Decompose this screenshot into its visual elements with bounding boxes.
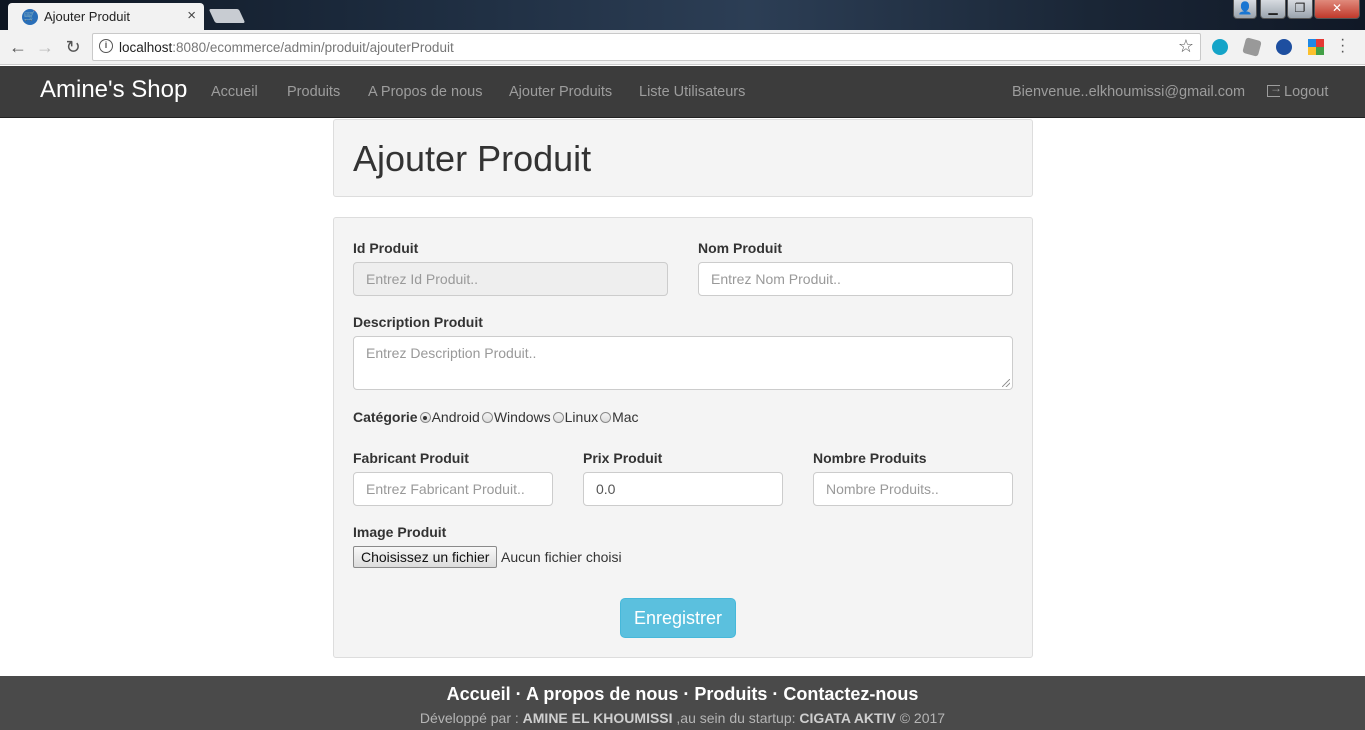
save-button[interactable]: Enregistrer: [620, 598, 736, 638]
prix-label: Prix Produit: [583, 450, 663, 466]
logout-icon: [1267, 81, 1282, 97]
add-product-form: Id Produit Entrez Id Produit.. Nom Produ…: [333, 217, 1033, 658]
nav-link-ajouter-produits[interactable]: Ajouter Produits: [509, 84, 612, 100]
nom-input[interactable]: Entrez Nom Produit..: [698, 262, 1013, 296]
tab-title: Ajouter Produit: [44, 9, 130, 24]
close-window-icon[interactable]: ✕: [1314, 0, 1360, 19]
site-footer: Accueil · A propos de nous · Produits · …: [0, 676, 1365, 730]
back-arrow-icon[interactable]: ←: [6, 35, 30, 59]
radio-windows-label: Windows: [493, 409, 551, 425]
extension-icon[interactable]: [1242, 37, 1262, 57]
nombre-input[interactable]: Nombre Produits..: [813, 472, 1013, 506]
browser-menu-icon[interactable]: · · ·: [1340, 32, 1345, 60]
categorie-label: Catégorie: [353, 409, 418, 425]
image-label: Image Produit: [353, 524, 447, 540]
maximize-window-icon[interactable]: ❐: [1287, 0, 1313, 19]
footer-link-accueil[interactable]: Accueil: [447, 684, 511, 704]
close-tab-icon[interactable]: ×: [187, 7, 196, 24]
radio-mac[interactable]: [600, 412, 612, 423]
brand-logo[interactable]: Amine's Shop: [40, 76, 187, 104]
footer-link-a-propos[interactable]: A propos de nous: [526, 684, 678, 704]
logout-link[interactable]: Logout: [1267, 81, 1328, 100]
extension-globe-icon[interactable]: [1276, 39, 1292, 55]
credit-startup: CIGATA AKTIV: [799, 710, 896, 726]
info-icon[interactable]: i: [99, 39, 113, 53]
browser-toolbar: ← → ↻ i localhost:8080/ecommerce/admin/p…: [0, 30, 1365, 65]
nom-label: Nom Produit: [698, 240, 782, 256]
footer-separator: ·: [767, 684, 784, 704]
fabricant-input[interactable]: Entrez Fabricant Produit..: [353, 472, 553, 506]
footer-links: Accueil · A propos de nous · Produits · …: [0, 684, 1365, 705]
cart-favicon-icon: 🛒: [22, 9, 38, 25]
radio-mac-label: Mac: [612, 409, 639, 425]
nombre-label: Nombre Produits: [813, 450, 927, 466]
radio-linux[interactable]: [552, 412, 564, 423]
page-header: Ajouter Produit: [333, 119, 1033, 197]
radio-android-label: Android: [431, 409, 480, 425]
resize-grip-icon[interactable]: [1002, 379, 1010, 387]
grammarly-extension-icon[interactable]: [1212, 39, 1228, 55]
footer-link-produits[interactable]: Produits: [694, 684, 767, 704]
browser-titlebar: 🛒 Ajouter Produit × 👤 ▁ ❐ ✕: [0, 0, 1365, 30]
radio-windows[interactable]: [481, 412, 493, 423]
reload-icon[interactable]: ↻: [61, 35, 85, 59]
nav-link-liste-utilisateurs[interactable]: Liste Utilisateurs: [639, 84, 745, 100]
radio-android[interactable]: [419, 412, 431, 423]
nav-link-produits[interactable]: Produits: [287, 84, 340, 100]
description-textarea[interactable]: Entrez Description Produit..: [353, 336, 1013, 390]
footer-separator: ·: [678, 684, 695, 704]
description-placeholder: Entrez Description Produit..: [366, 345, 537, 361]
credit-middle: ,au sein du startup:: [672, 710, 800, 726]
bookmark-star-icon[interactable]: ☆: [1178, 36, 1194, 57]
nav-link-accueil[interactable]: Accueil: [211, 84, 258, 100]
url-text[interactable]: localhost:8080/ecommerce/admin/produit/a…: [119, 40, 454, 55]
choose-file-button[interactable]: Choisissez un fichier: [353, 546, 498, 568]
fabricant-label: Fabricant Produit: [353, 450, 469, 466]
credit-author: AMINE EL KHOUMISSI: [522, 710, 673, 726]
id-label: Id Produit: [353, 240, 419, 256]
categorie-group: Catégorie Android Windows Linux Mac: [353, 409, 639, 425]
new-tab-button[interactable]: [208, 9, 246, 23]
footer-separator: ·: [510, 684, 526, 704]
id-input[interactable]: Entrez Id Produit..: [353, 262, 668, 296]
site-navbar: Amine's Shop Accueil Produits A Propos d…: [0, 66, 1365, 118]
browser-tab[interactable]: 🛒 Ajouter Produit ×: [8, 3, 204, 30]
address-bar[interactable]: i localhost:8080/ecommerce/admin/produit…: [92, 33, 1201, 61]
radio-linux-label: Linux: [564, 409, 599, 425]
credit-prefix: Développé par :: [419, 710, 523, 726]
prix-input[interactable]: 0.0: [583, 472, 783, 506]
welcome-user-link[interactable]: Bienvenue..elkhoumissi@gmail.com: [1012, 84, 1245, 100]
nav-link-a-propos[interactable]: A Propos de nous: [368, 84, 482, 100]
minimize-window-icon[interactable]: ▁: [1260, 0, 1286, 19]
credit-suffix: © 2017: [895, 710, 946, 726]
file-status: Aucun fichier choisi: [501, 549, 622, 565]
user-profile-icon[interactable]: 👤: [1233, 0, 1257, 19]
forward-arrow-icon[interactable]: →: [33, 35, 57, 59]
extension-grid-icon[interactable]: [1308, 39, 1324, 55]
footer-credit: Développé par : AMINE EL KHOUMISSI ,au s…: [0, 710, 1365, 726]
description-label: Description Produit: [353, 314, 483, 330]
footer-link-contact[interactable]: Contactez-nous: [783, 684, 918, 704]
page-title: Ajouter Produit: [353, 138, 592, 179]
